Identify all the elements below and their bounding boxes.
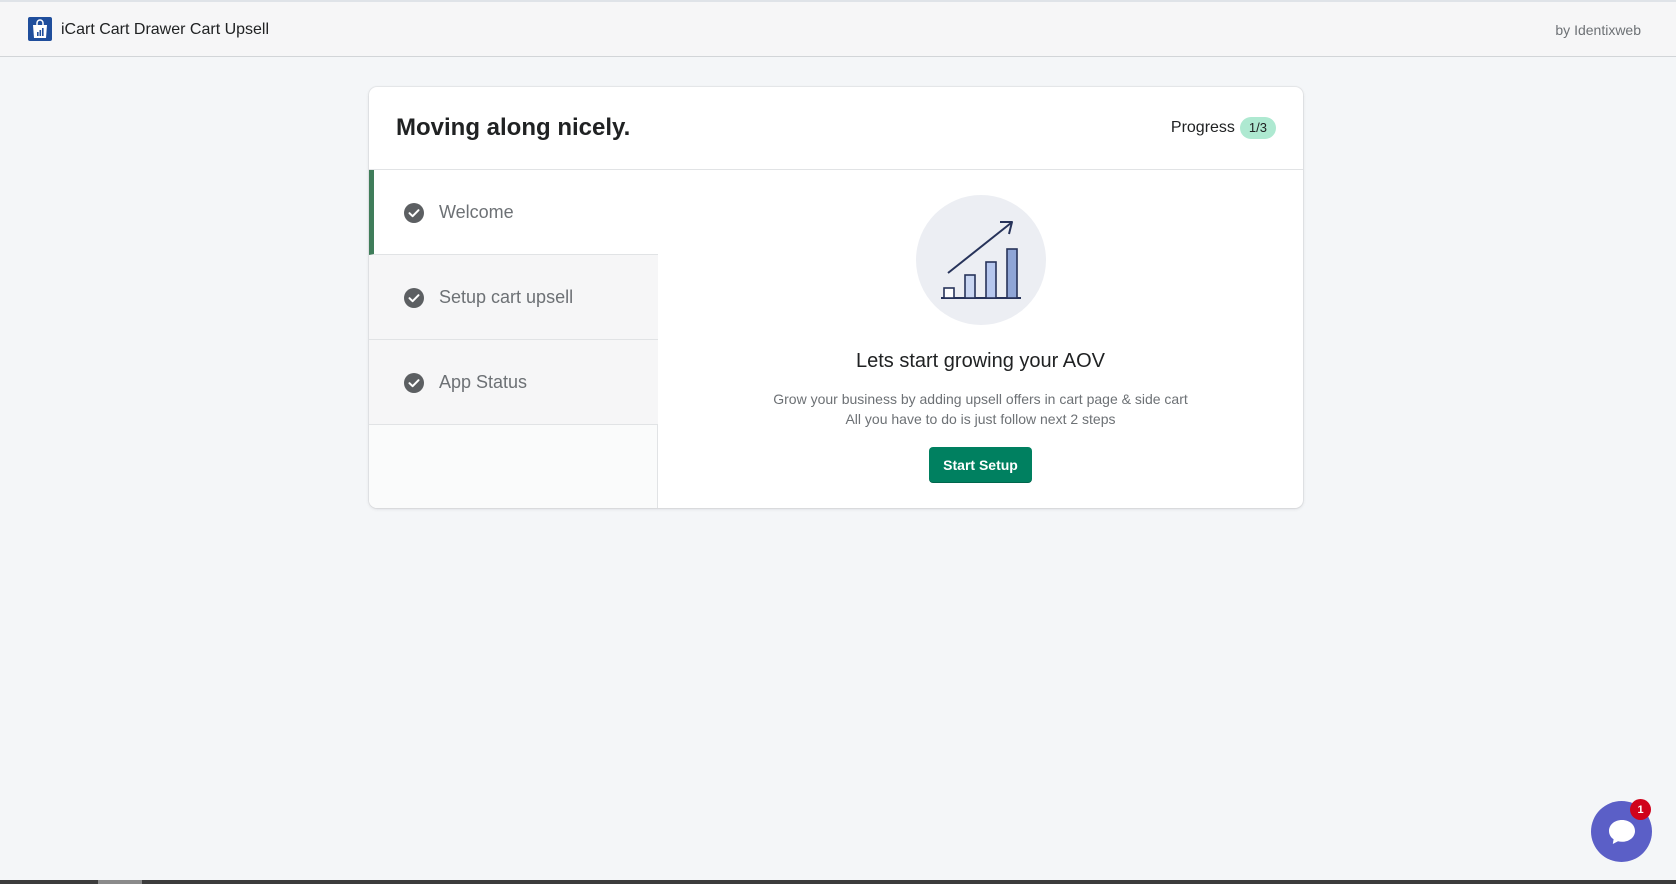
- step-label: Welcome: [439, 202, 514, 222]
- onboarding-card: Moving along nicely. Progress 1/3 Welcom…: [369, 87, 1303, 508]
- steps-sidebar: Welcome Setup cart upsell App Status: [369, 170, 658, 508]
- progress-indicator: Progress 1/3: [1171, 117, 1276, 139]
- card-header: Moving along nicely. Progress 1/3: [369, 87, 1303, 170]
- developer-credit: by Identixweb: [1555, 22, 1641, 38]
- check-circle-icon: [404, 203, 424, 223]
- chat-notification-badge: 1: [1630, 799, 1651, 820]
- chat-bubble-icon: [1608, 819, 1635, 844]
- taskbar-item: [98, 880, 142, 884]
- taskbar-edge: [0, 880, 1676, 884]
- progress-badge: 1/3: [1239, 117, 1276, 139]
- growth-chart-icon: [916, 195, 1046, 325]
- card-title: Moving along nicely.: [396, 114, 631, 141]
- top-bar: iCart Cart Drawer Cart Upsell by Identix…: [0, 0, 1676, 57]
- step-label: App Status: [439, 372, 528, 392]
- app-title: iCart Cart Drawer Cart Upsell: [61, 21, 270, 38]
- step-content: Lets start growing your AOV Grow your bu…: [658, 170, 1303, 508]
- check-circle-icon: [404, 373, 424, 393]
- content-heading: Lets start growing your AOV: [855, 350, 1105, 372]
- check-circle-icon: [404, 288, 424, 308]
- step-label: Setup cart upsell: [439, 287, 574, 307]
- content-description-line: All you have to do is just follow next 2…: [845, 411, 1116, 427]
- progress-label: Progress: [1170, 119, 1235, 136]
- step-setup-cart-upsell[interactable]: Setup cart upsell: [369, 255, 658, 340]
- content-description-line: Grow your business by adding upsell offe…: [773, 391, 1188, 407]
- step-welcome[interactable]: Welcome: [369, 170, 658, 255]
- shopping-bag-icon[interactable]: [28, 17, 52, 41]
- start-setup-button[interactable]: Start Setup: [929, 447, 1032, 483]
- step-app-status[interactable]: App Status: [369, 340, 658, 425]
